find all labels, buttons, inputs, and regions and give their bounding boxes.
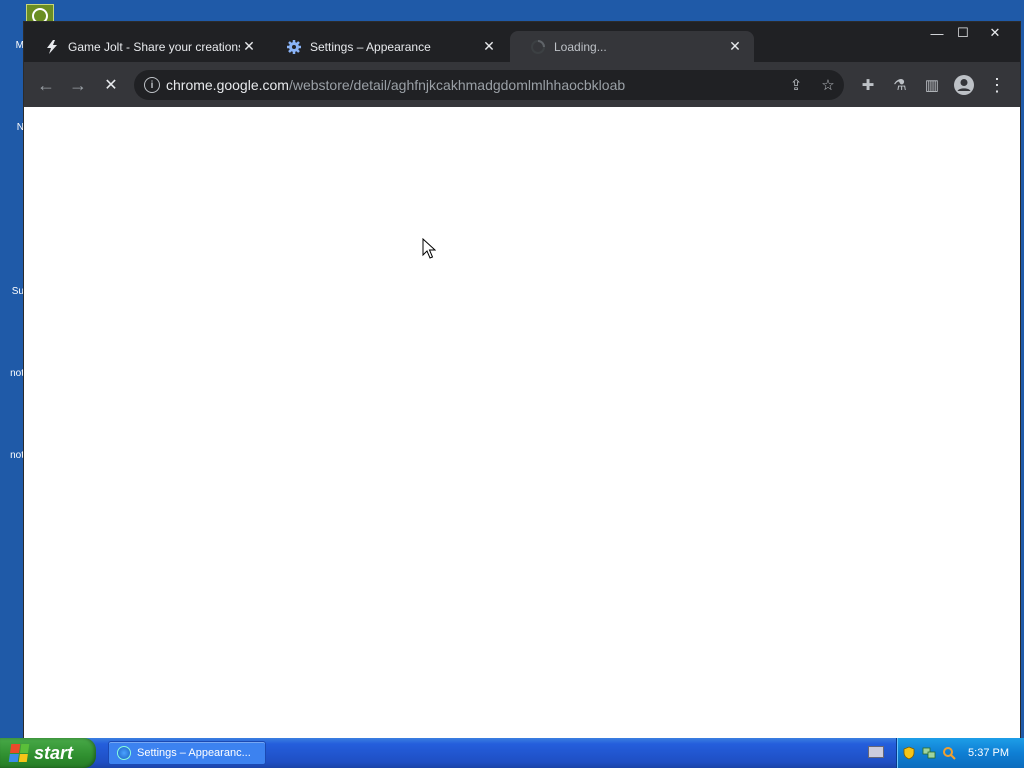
system-tray: 5:37 PM: [896, 738, 1024, 768]
desktop-label-fragment[interactable]: N: [0, 122, 24, 133]
network-icon[interactable]: [921, 745, 937, 761]
page-content-area[interactable]: [24, 107, 1020, 738]
mouse-cursor-icon: [422, 238, 436, 259]
site-info-icon[interactable]: i: [144, 77, 160, 93]
tab-close-icon[interactable]: ✕: [480, 38, 498, 56]
stop-loading-button[interactable]: ✕: [97, 71, 125, 99]
tab-game-jolt[interactable]: Game Jolt - Share your creations ✕: [24, 31, 268, 62]
tab-title: Loading...: [554, 39, 607, 54]
taskbar-item-chrome[interactable]: Settings – Appearanc...: [108, 741, 266, 765]
close-window-button[interactable]: ✕: [980, 22, 1010, 44]
tab-title: Settings – Appearance: [310, 39, 431, 54]
url-host: chrome.google.com: [166, 77, 289, 93]
tab-strip: Game Jolt - Share your creations ✕ Setti…: [24, 22, 1020, 62]
search-magnifier-icon[interactable]: [941, 745, 957, 761]
gear-icon: [286, 39, 302, 55]
labs-flask-icon[interactable]: ⚗: [886, 71, 914, 99]
browser-toolbar: ← → ✕ i chrome.google.com/webstore/detai…: [24, 62, 1020, 107]
desktop-label-fragment[interactable]: Su: [0, 286, 24, 297]
windows-flag-icon: [8, 744, 30, 762]
security-shield-icon[interactable]: [901, 745, 917, 761]
keyboard-language-icon[interactable]: [868, 746, 884, 758]
chrome-app-icon: [117, 746, 131, 760]
tab-close-icon[interactable]: ✕: [726, 38, 744, 56]
tab-settings[interactable]: Settings – Appearance ✕: [266, 31, 508, 62]
side-panel-icon[interactable]: ▥: [918, 71, 946, 99]
share-icon[interactable]: ⇪: [784, 73, 808, 97]
desktop-label-fragment[interactable]: not: [0, 368, 24, 379]
start-label: start: [34, 742, 74, 763]
gamejolt-bolt-icon: [44, 39, 60, 55]
forward-button[interactable]: →: [64, 71, 92, 99]
browser-menu-icon[interactable]: ⋮: [983, 71, 1011, 99]
tab-close-icon[interactable]: ✕: [240, 38, 258, 56]
address-bar[interactable]: i chrome.google.com/webstore/detail/aghf…: [134, 70, 844, 100]
loading-spinner-icon: [530, 39, 546, 55]
profile-avatar-icon[interactable]: [950, 71, 978, 99]
maximize-button[interactable]: ☐: [948, 22, 978, 44]
url-path: /webstore/detail/aghfnjkcakhmadgdomlmlhh…: [288, 77, 626, 93]
bookmark-star-icon[interactable]: ☆: [816, 73, 840, 97]
back-button[interactable]: ←: [32, 71, 60, 99]
system-clock[interactable]: 5:37 PM: [968, 747, 1009, 759]
extensions-icon[interactable]: ✚: [854, 71, 882, 99]
taskbar: start Settings – Appearanc... 5:37 PM: [0, 738, 1024, 768]
tab-title: Game Jolt - Share your creations: [68, 39, 240, 54]
tab-loading[interactable]: Loading... ✕: [510, 31, 754, 62]
desktop-label-fragment[interactable]: not: [0, 450, 24, 461]
chrome-window: Game Jolt - Share your creations ✕ Setti…: [24, 22, 1020, 738]
desktop-label-fragment[interactable]: M: [0, 40, 24, 51]
taskbar-item-label: Settings – Appearanc...: [137, 747, 251, 759]
start-button[interactable]: start: [0, 738, 96, 768]
